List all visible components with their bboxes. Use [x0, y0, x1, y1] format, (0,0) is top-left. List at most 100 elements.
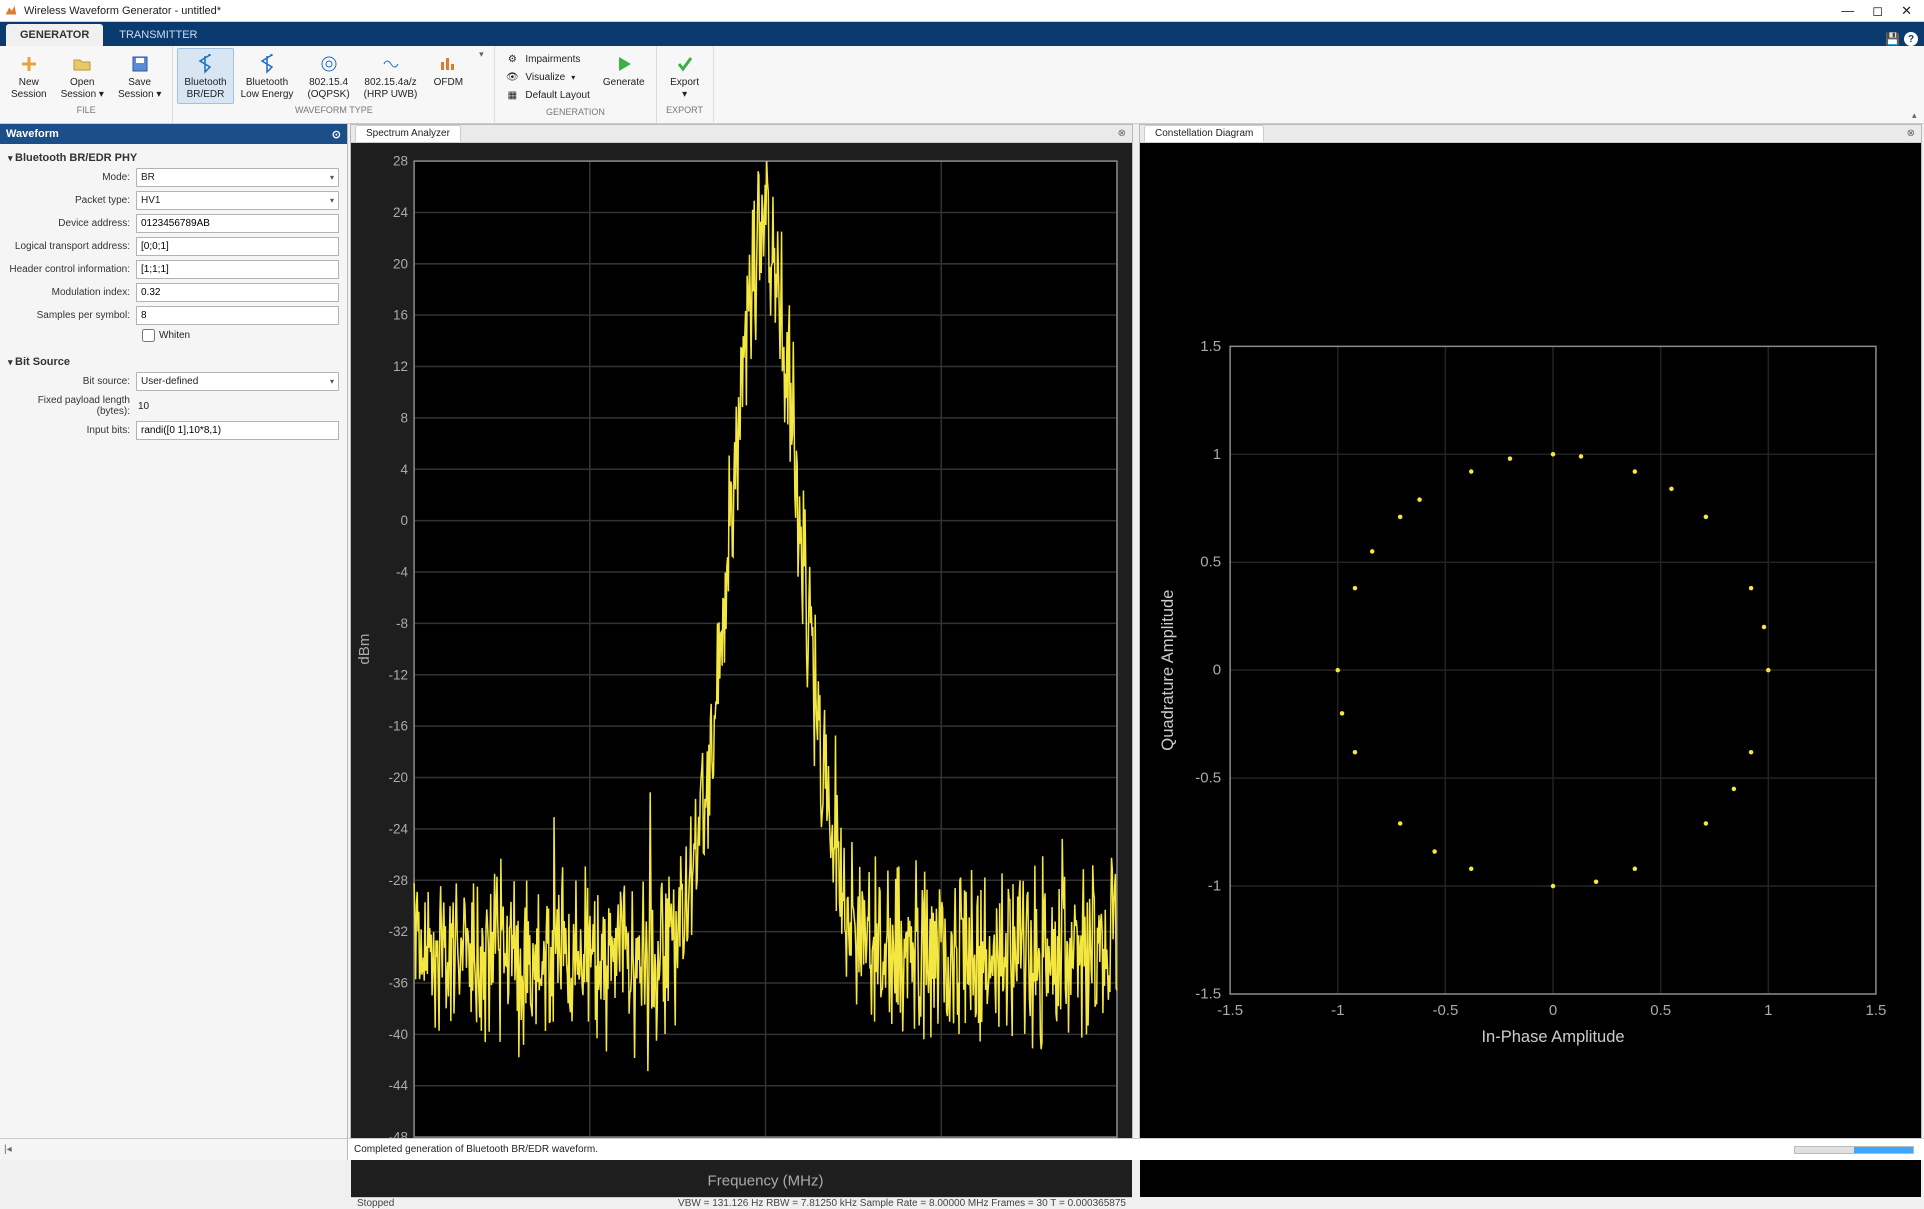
spectrum-close-icon[interactable]: ⊗ [1118, 128, 1132, 139]
svg-text:-28: -28 [389, 873, 409, 888]
folder-icon [71, 53, 93, 75]
svg-text:dBm: dBm [356, 634, 373, 665]
bluetooth-icon [194, 53, 216, 75]
waveform-bt-le-button[interactable]: Bluetooth Low Energy [234, 48, 301, 104]
progress-bar [1794, 1146, 1914, 1154]
constellation-pane: Constellation Diagram ⊗ -1.5-1.5 -1 -1 -0.5… [1139, 124, 1922, 1138]
spectrum-tab[interactable]: Spectrum Analyzer [355, 125, 461, 142]
constellation-close-icon[interactable]: ⊗ [1907, 128, 1921, 139]
svg-text:16: 16 [393, 308, 408, 323]
svg-text:-4: -4 [396, 565, 408, 580]
ribbon-group-file: New Session Open Session ▾ Save Session … [0, 46, 173, 123]
constellation-tab[interactable]: Constellation Diagram [1144, 125, 1264, 142]
modulation-index-input[interactable] [136, 283, 339, 302]
logical-transport-input[interactable] [136, 237, 339, 256]
waveform-more-button[interactable]: ▾ [472, 48, 490, 61]
chevron-down-icon: ▾ [479, 49, 484, 60]
svg-text:20: 20 [393, 256, 408, 271]
ribbon-group-export: Export▾ EXPORT [657, 46, 714, 123]
ofdm-icon [437, 53, 459, 75]
phy-section-header[interactable]: Bluetooth BR/EDR PHY [8, 148, 339, 168]
bit-source-section-header[interactable]: Bit Source [8, 352, 339, 372]
open-session-button[interactable]: Open Session ▾ [54, 48, 111, 104]
help-icon[interactable]: ? [1904, 32, 1918, 46]
new-session-button[interactable]: New Session [4, 48, 54, 104]
bluetooth-icon [256, 53, 278, 75]
svg-text:-1: -1 [1331, 1002, 1344, 1019]
window-title: Wireless Waveform Generator - untitled* [24, 5, 1841, 17]
svg-text:0: 0 [1213, 662, 1221, 679]
impairments-button[interactable]: ⚙Impairments [505, 50, 590, 68]
plus-icon [18, 53, 40, 75]
svg-text:-8: -8 [396, 616, 408, 631]
svg-text:-20: -20 [389, 770, 409, 785]
svg-text:-1.5: -1.5 [1195, 986, 1221, 1003]
ribbon-group-waveform-type: Bluetooth BR/EDR Bluetooth Low Energy 80… [173, 46, 495, 123]
panel-options-icon[interactable]: ⊙ [332, 128, 341, 141]
ribbon-group-generation: ⚙Impairments 👁Visualize ▾ ▦Default Layou… [495, 46, 656, 123]
svg-text:28: 28 [393, 154, 408, 169]
svg-text:-12: -12 [389, 667, 409, 682]
constellation-plot[interactable]: -1.5-1.5-1-1-0.5-0.5000.50.5111.51.5In-P… [1140, 143, 1921, 1197]
svg-text:-24: -24 [389, 821, 409, 836]
svg-text:Quadrature Amplitude: Quadrature Amplitude [1158, 590, 1177, 751]
status-message: Completed generation of Bluetooth BR/EDR… [354, 1144, 598, 1155]
svg-text:In-Phase Amplitude: In-Phase Amplitude [1481, 1027, 1624, 1046]
input-bits-input[interactable] [136, 421, 339, 440]
svg-text:-36: -36 [389, 975, 409, 990]
samples-per-symbol-input[interactable] [136, 306, 339, 325]
svg-text:-1.5: -1.5 [1217, 1002, 1243, 1019]
matlab-logo-icon [4, 4, 18, 18]
chevron-down-icon: ▾ [571, 73, 575, 82]
packet-type-select[interactable]: HV1 [136, 191, 339, 210]
device-address-input[interactable] [136, 214, 339, 233]
waveform-oqpsk-button[interactable]: 802.15.4 (OQPSK) [300, 48, 356, 104]
minimize-button[interactable]: — [1841, 3, 1854, 19]
svg-text:-40: -40 [389, 1027, 409, 1042]
header-control-input[interactable] [136, 260, 339, 279]
waveform-panel-header: Waveform ⊙ [0, 124, 347, 144]
waveform-ofdm-button[interactable]: OFDM [424, 48, 472, 92]
svg-text:0.5: 0.5 [1650, 1002, 1671, 1019]
ribbon-collapse-button[interactable]: ▴ [1912, 110, 1924, 123]
svg-text:4: 4 [401, 462, 409, 477]
generate-button[interactable]: Generate [596, 48, 652, 92]
svg-text:1.5: 1.5 [1200, 338, 1221, 355]
sidebar-toggle-icon[interactable]: |◂ [4, 1144, 12, 1155]
svg-text:0: 0 [401, 513, 409, 528]
quick-save-icon[interactable]: 💾 [1885, 32, 1900, 46]
waveform-hrp-uwb-button[interactable]: 802.15.4a/z (HRP UWB) [357, 48, 425, 104]
spectrum-plot[interactable]: 2824201612840-4-8-12-16-20-24-28-32-36-4… [351, 143, 1132, 1197]
svg-text:-32: -32 [389, 924, 409, 939]
waveform-panel: Waveform ⊙ Bluetooth BR/EDR PHY Mode:BR … [0, 124, 348, 1138]
export-button[interactable]: Export▾ [661, 48, 709, 104]
svg-text:24: 24 [393, 205, 408, 220]
ribbon-tabbar: GENERATOR TRANSMITTER 💾 ? [0, 22, 1924, 46]
close-button[interactable]: ✕ [1901, 3, 1912, 19]
tab-generator[interactable]: GENERATOR [6, 24, 103, 46]
default-layout-button[interactable]: ▦Default Layout [505, 86, 590, 104]
spectrum-status-right: VBW = 131.126 Hz RBW = 7.81250 kHz Sampl… [678, 1198, 1126, 1209]
svg-text:-44: -44 [389, 1078, 409, 1093]
svg-text:1: 1 [1764, 1002, 1772, 1019]
layout-icon: ▦ [505, 88, 519, 102]
maximize-button[interactable]: ◻ [1872, 3, 1883, 19]
svg-text:-0.5: -0.5 [1432, 1002, 1458, 1019]
whiten-checkbox[interactable] [142, 329, 155, 342]
window-titlebar: Wireless Waveform Generator - untitled* … [0, 0, 1924, 22]
svg-text:0: 0 [1549, 1002, 1557, 1019]
svg-text:-16: -16 [389, 719, 409, 734]
statusbar: |◂ Completed generation of Bluetooth BR/… [0, 1138, 1924, 1160]
disk-icon [129, 53, 151, 75]
svg-text:-1: -1 [1208, 878, 1221, 895]
mode-select[interactable]: BR [136, 168, 339, 187]
bit-source-select[interactable]: User-defined [136, 372, 339, 391]
wave-icon [318, 53, 340, 75]
check-icon [674, 53, 696, 75]
svg-text:0.5: 0.5 [1200, 554, 1221, 571]
visualize-button[interactable]: 👁Visualize ▾ [505, 68, 590, 86]
waveform-bt-bredr-button[interactable]: Bluetooth BR/EDR [177, 48, 233, 104]
save-session-button[interactable]: Save Session ▾ [111, 48, 168, 104]
svg-text:Frequency (MHz): Frequency (MHz) [708, 1172, 824, 1189]
tab-transmitter[interactable]: TRANSMITTER [105, 24, 211, 46]
